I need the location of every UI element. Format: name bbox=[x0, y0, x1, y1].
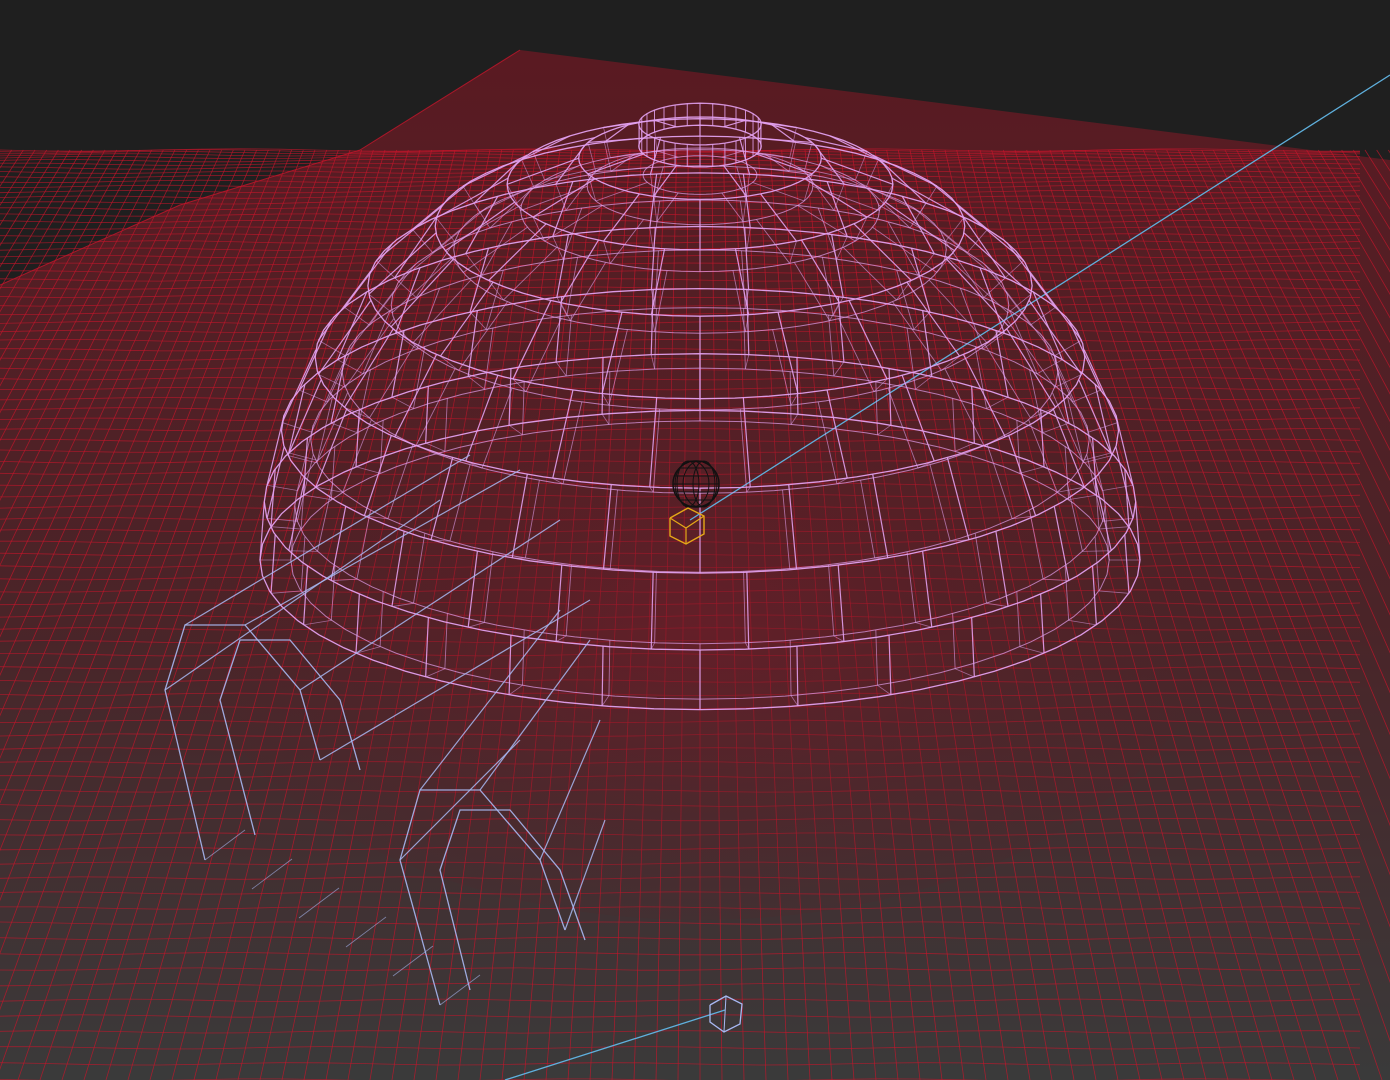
3d-viewport[interactable] bbox=[0, 0, 1390, 1080]
omni-light-grid bbox=[672, 460, 720, 508]
wireframe-scene[interactable] bbox=[0, 0, 1390, 1080]
omni-light[interactable] bbox=[672, 460, 720, 508]
